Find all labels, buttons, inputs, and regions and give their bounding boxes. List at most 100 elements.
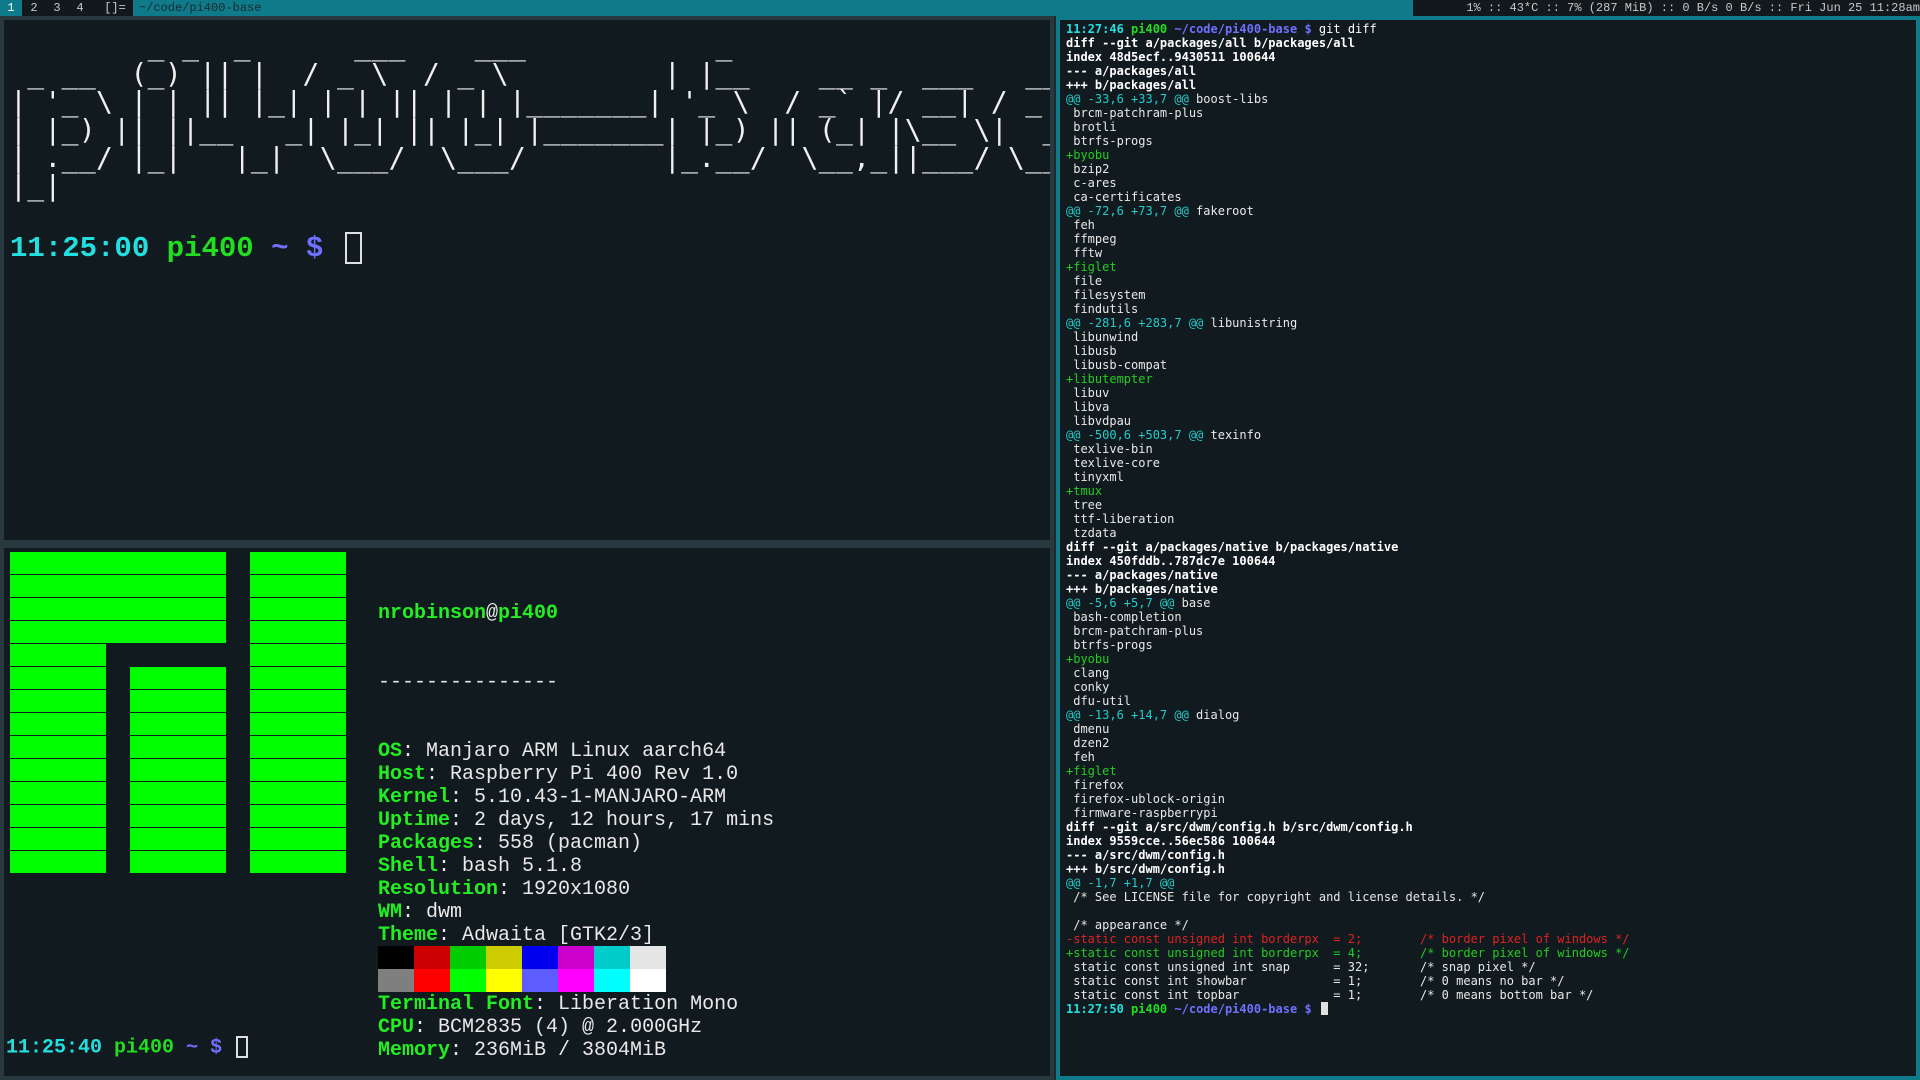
info-user: nrobinson xyxy=(378,602,487,625)
diff-line: static const int topbar = 1; /* 0 means … xyxy=(1066,988,1593,1002)
diff-line: @@ -13,6 +14,7 @@ dialog xyxy=(1066,708,1239,722)
info-key: WM xyxy=(378,901,403,924)
diff-footer-prompt: 11:27:50 pi400 ~/code/pi400-base $ xyxy=(1066,1002,1328,1016)
palette-swatch xyxy=(486,946,522,969)
diff-line: --- a/src/dwm/config.h xyxy=(1066,848,1225,862)
info-colon: : xyxy=(534,993,559,1016)
diff-line: libva xyxy=(1066,400,1109,414)
info-colon: : xyxy=(414,1016,439,1039)
color-palette xyxy=(378,946,666,992)
info-row: Memory: 236MiB / 3804MiB xyxy=(378,1039,774,1062)
diff-line-text: diff --git a/packages/native b/packages/… xyxy=(1066,540,1399,554)
info-host: pi400 xyxy=(498,602,559,625)
diff-line: bzip2 xyxy=(1066,162,1109,176)
diff-line-text: clang xyxy=(1066,666,1110,680)
diff-line: bash-completion xyxy=(1066,610,1181,624)
prompt-host: pi400 xyxy=(114,1036,175,1060)
diff-line-text: ffmpeg xyxy=(1066,232,1117,246)
tag-4[interactable]: 4 xyxy=(69,0,91,16)
layout-symbol[interactable]: []= xyxy=(98,0,132,16)
diff-line: brotli xyxy=(1066,120,1116,134)
diff-line: tzdata xyxy=(1066,526,1117,540)
prompt-symbol: $ xyxy=(1304,1002,1312,1016)
diff-line: texlive-bin xyxy=(1066,442,1152,456)
diff-line-text: static const int topbar = 1; /* 0 means … xyxy=(1066,988,1594,1002)
diff-line: texlive-core xyxy=(1066,456,1160,470)
tag-2[interactable]: 2 xyxy=(23,0,45,16)
info-value: 5.10.43-1-MANJARO-ARM xyxy=(474,786,727,809)
diff-line-text: index 450fddb..787dc7e 100644 xyxy=(1066,554,1276,568)
diff-line-text: +byobu xyxy=(1066,652,1110,666)
diff-line: dzen2 xyxy=(1066,736,1109,750)
diff-line: +++ b/packages/native xyxy=(1066,582,1218,596)
diff-line-text: firefox-ublock-origin xyxy=(1066,792,1225,806)
info-colon: : xyxy=(450,809,475,832)
diff-line: @@ -500,6 +503,7 @@ texinfo xyxy=(1066,428,1261,442)
diff-header-prompt: 11:27:46 pi400 ~/code/pi400-base $ git d… xyxy=(1066,22,1377,36)
diff-line-text: ttf-liberation xyxy=(1066,512,1175,526)
diff-line xyxy=(1066,904,1073,918)
figlet-banner: _ _ _ ___ ___ _ _ __ (_) || | / _ \ / _ … xyxy=(10,29,1050,202)
diff-line-text: +libutempter xyxy=(1066,372,1153,386)
diff-line-text: @@ -281,6 +283,7 @@ xyxy=(1066,316,1204,330)
diff-line: @@ -1,7 +1,7 @@ xyxy=(1066,876,1174,890)
diff-line-text: firefox xyxy=(1066,778,1124,792)
info-value: dwm xyxy=(426,901,463,924)
diff-line: /* appearance */ xyxy=(1066,918,1189,932)
diff-line-text: findutils xyxy=(1066,302,1139,316)
terminal-figlet[interactable]: _ _ _ ___ ___ _ _ __ (_) || | / _ \ / _ … xyxy=(0,16,1054,544)
diff-line-text: tzdata xyxy=(1066,526,1117,540)
diff-line: index 9559cce..56ec586 100644 xyxy=(1066,834,1276,848)
diff-line-text: static const unsigned int snap = 32; /* … xyxy=(1066,960,1536,974)
system-status: 1% :: 43*C :: 7% (287 MiB) :: 0 B/s 0 B/… xyxy=(1466,1,1920,15)
diff-line-text: dfu-util xyxy=(1066,694,1132,708)
diff-line-text: libvdpau xyxy=(1066,414,1132,428)
diff-line-text: fftw xyxy=(1066,246,1103,260)
diff-line-text: tinyxml xyxy=(1066,470,1124,484)
info-row: CPU: BCM2835 (4) @ 2.000GHz xyxy=(378,1016,774,1039)
info-colon: : xyxy=(474,832,499,855)
diff-line-text: /* See LICENSE file for copyright and li… xyxy=(1066,890,1486,904)
palette-swatch xyxy=(450,946,486,969)
info-value: bash 5.1.8 xyxy=(462,855,583,878)
palette-swatch xyxy=(630,969,666,992)
tag-1[interactable]: 1 xyxy=(0,0,22,16)
diff-line-text: brcm-patchram-plus xyxy=(1066,106,1204,120)
shell-prompt-2: 11:25:40 pi400 ~ $ xyxy=(6,1036,249,1060)
diff-line: @@ -5,6 +5,7 @@ base xyxy=(1066,596,1211,610)
diff-line: fftw xyxy=(1066,246,1102,260)
prompt-symbol: $ xyxy=(1304,22,1312,36)
palette-swatch xyxy=(522,969,558,992)
user-host-line: nrobinson@pi400 xyxy=(378,602,774,625)
diff-line: tree xyxy=(1066,498,1102,512)
diff-line: btrfs-progs xyxy=(1066,134,1152,148)
diff-line: @@ -33,6 +33,7 @@ boost-libs xyxy=(1066,92,1268,106)
diff-line-text: ca-certificates xyxy=(1066,190,1182,204)
prompt-path: ~/code/pi400-base xyxy=(1174,22,1298,36)
status-bar: 1 2 3 4 []= ~/code/pi400-base 1% :: 43*C… xyxy=(0,0,1920,16)
text-cursor xyxy=(1320,1002,1328,1015)
diff-line-text: +byobu xyxy=(1066,148,1110,162)
diff-hunk-context: libunistring xyxy=(1203,316,1298,330)
diff-line-text: diff --git a/src/dwm/config.h b/src/dwm/… xyxy=(1066,820,1413,834)
terminal-git-diff[interactable]: 11:27:46 pi400 ~/code/pi400-base $ git d… xyxy=(1056,16,1920,1080)
palette-swatch xyxy=(450,969,486,992)
diff-line-text xyxy=(1066,904,1073,918)
diff-line: firefox xyxy=(1066,778,1124,792)
diff-line: tinyxml xyxy=(1066,470,1124,484)
diff-line: diff --git a/src/dwm/config.h b/src/dwm/… xyxy=(1066,820,1413,834)
diff-line: dmenu xyxy=(1066,722,1109,736)
prompt-path: ~ xyxy=(186,1036,199,1060)
palette-swatch xyxy=(414,969,450,992)
info-row: Terminal Font: Liberation Mono xyxy=(378,993,774,1016)
tag-3[interactable]: 3 xyxy=(46,0,68,16)
prompt-host: pi400 xyxy=(1131,22,1168,36)
diff-line-text: @@ -72,6 +73,7 @@ xyxy=(1066,204,1189,218)
diff-line: diff --git a/packages/all b/packages/all xyxy=(1066,36,1355,50)
diff-line-text: +figlet xyxy=(1066,260,1117,274)
palette-swatch xyxy=(522,946,558,969)
terminal-neofetch[interactable]: nrobinson@pi400 --------------- OS: Manj… xyxy=(0,544,1054,1080)
diff-line: firmware-raspberrypi xyxy=(1066,806,1218,820)
info-value: 558 (pacman) xyxy=(498,832,643,855)
diff-line-text: brcm-patchram-plus xyxy=(1066,624,1204,638)
